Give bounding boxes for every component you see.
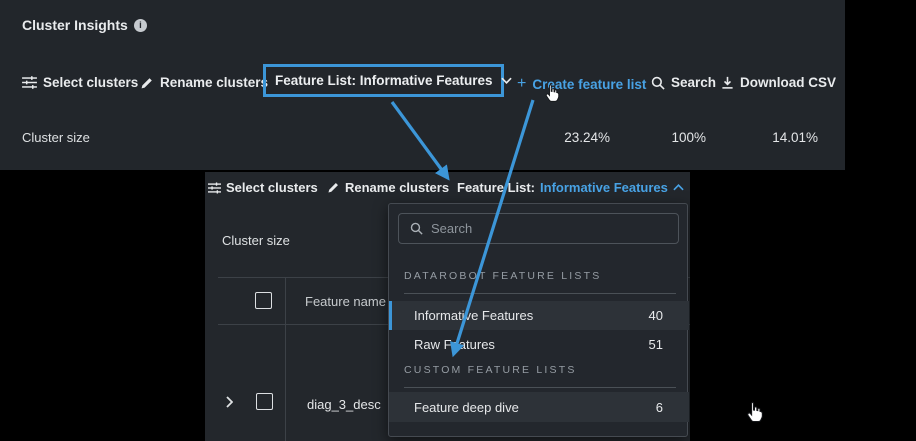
chevron-up-icon [673, 184, 684, 191]
feature-count-badge: 40 [649, 308, 663, 323]
feature-list-dropdown-button[interactable]: Feature List: Informative Features [457, 180, 684, 195]
table-column-divider [285, 278, 286, 441]
cluster-size-value-1: 23.24% [540, 130, 610, 145]
cluster-size-row-label: Cluster size [222, 233, 290, 248]
feature-count-badge: 6 [656, 400, 663, 415]
feature-list-search[interactable] [398, 213, 679, 244]
select-all-checkbox[interactable] [255, 292, 272, 309]
sliders-icon [208, 182, 221, 194]
search-icon [651, 76, 665, 90]
row-checkbox[interactable] [256, 393, 273, 410]
menu-item-feature-deep-dive[interactable]: Feature deep dive 6 [389, 392, 689, 422]
search-input[interactable] [431, 221, 667, 236]
search-label: Search [671, 75, 716, 90]
feature-list-value: Informative Features [540, 180, 668, 195]
menu-item-label: Raw Features [414, 337, 495, 352]
menu-item-raw-features[interactable]: Raw Features 51 [389, 330, 689, 359]
sliders-icon [22, 76, 37, 89]
menu-item-label: Feature deep dive [414, 400, 519, 415]
screenshot-stage: Cluster Insights i Select clusters Renam… [0, 0, 916, 441]
pencil-icon [327, 181, 340, 194]
feature-list-label: Feature List: Informative Features [275, 73, 493, 88]
create-feature-list-label: Create feature list [532, 77, 646, 92]
section-header-datarobot-lists: DATAROBOT FEATURE LISTS [404, 270, 601, 282]
search-button[interactable]: Search [651, 75, 716, 90]
info-icon[interactable]: i [134, 19, 147, 32]
download-icon [721, 76, 734, 89]
select-clusters-button[interactable]: Select clusters [22, 75, 138, 90]
plus-icon: + [517, 75, 526, 93]
select-clusters-button[interactable]: Select clusters [208, 180, 318, 195]
feature-list-prefix: Feature List: [457, 180, 535, 195]
chevron-right-icon[interactable] [226, 396, 233, 408]
cluster-size-value-2: 100% [646, 130, 706, 145]
search-icon [410, 222, 423, 235]
cluster-size-row-label: Cluster size [22, 130, 90, 145]
feature-count-badge: 51 [649, 337, 663, 352]
select-clusters-label: Select clusters [43, 75, 138, 90]
rename-clusters-label: Rename clusters [160, 75, 268, 90]
cluster-size-value-3: 14.01% [748, 130, 818, 145]
section-divider [404, 387, 676, 388]
feature-list-dropdown-menu: DATAROBOT FEATURE LISTS Informative Feat… [388, 203, 688, 437]
feature-list-dropdown-button[interactable]: Feature List: Informative Features [263, 64, 504, 97]
rename-clusters-button[interactable]: Rename clusters [140, 75, 268, 90]
page-title: Cluster Insights [22, 17, 128, 33]
section-divider [404, 293, 676, 294]
pencil-icon [140, 76, 154, 90]
chevron-down-icon [501, 77, 512, 84]
rename-clusters-label: Rename clusters [345, 180, 449, 195]
menu-item-informative-features[interactable]: Informative Features 40 [389, 301, 689, 330]
download-csv-label: Download CSV [740, 75, 836, 90]
menu-item-label: Informative Features [414, 308, 533, 323]
rename-clusters-button[interactable]: Rename clusters [327, 180, 449, 195]
cluster-insights-panel: Cluster Insights i Select clusters Renam… [0, 0, 845, 170]
select-clusters-label: Select clusters [226, 180, 318, 195]
create-feature-list-button[interactable]: + Create feature list [517, 75, 646, 93]
hand-pointer-cursor [744, 400, 765, 425]
section-header-custom-lists: CUSTOM FEATURE LISTS [404, 364, 577, 376]
feature-name-column-header: Feature name [305, 294, 386, 309]
download-csv-button[interactable]: Download CSV [721, 75, 836, 90]
table-row-feature-name: diag_3_desc [307, 397, 381, 412]
